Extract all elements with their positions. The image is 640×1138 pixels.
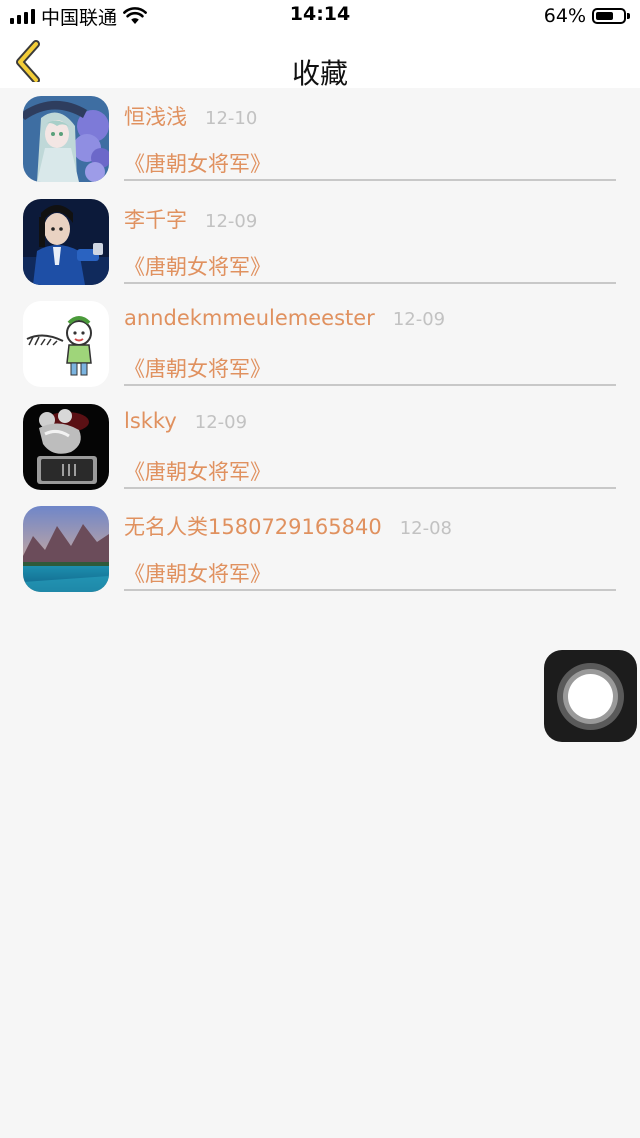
crystal-mouse-figurine-avatar — [23, 403, 109, 490]
divider — [124, 281, 616, 284]
assistive-touch-core — [568, 674, 613, 719]
item-user-name[interactable]: 无名人类1580729165840 — [124, 511, 382, 541]
avatar[interactable] — [23, 301, 109, 387]
avatar[interactable] — [23, 506, 109, 592]
battery-level-fill — [596, 12, 613, 20]
assistive-touch-button[interactable] — [544, 650, 637, 742]
nav-bar: 收藏 — [0, 32, 640, 90]
list-item[interactable]: anndekmmeulemeester 12-09 《唐朝女将军》 — [0, 293, 640, 396]
status-bar: 中国联通 14:14 64% — [0, 0, 640, 32]
battery-percent: 64% — [543, 5, 586, 27]
avatar[interactable] — [23, 96, 109, 182]
item-book-title[interactable]: 《唐朝女将军》 — [124, 251, 271, 281]
favorites-list: 恒浅浅 12-10 《唐朝女将军》 李千字 12-09 《唐朝女将军》 annd… — [0, 88, 640, 601]
item-date: 12-09 — [392, 309, 446, 330]
status-right: 64% — [544, 4, 630, 28]
item-user-name[interactable]: anndekmmeulemeester — [124, 306, 375, 330]
item-header: anndekmmeulemeester 12-09 — [124, 306, 445, 330]
man-in-blue-robe-avatar — [23, 198, 109, 285]
item-date: 12-08 — [399, 518, 453, 539]
item-header: lskky 12-09 — [124, 409, 247, 433]
divider — [124, 384, 616, 386]
item-date: 12-09 — [194, 411, 248, 433]
battery-icon — [592, 8, 630, 24]
mountain-lake-avatar — [23, 506, 109, 592]
item-user-name[interactable]: 李千字 — [124, 204, 187, 234]
divider — [124, 589, 616, 591]
item-book-title[interactable]: 《唐朝女将军》 — [124, 456, 271, 486]
item-date: 12-10 — [205, 108, 258, 129]
divider — [124, 179, 616, 181]
anime-girl-hydrangea-avatar — [23, 96, 109, 182]
item-user-name[interactable]: lskky — [124, 409, 177, 433]
list-item[interactable]: 恒浅浅 12-10 《唐朝女将军》 — [0, 88, 640, 191]
item-book-title[interactable]: 《唐朝女将军》 — [124, 353, 271, 383]
item-header: 李千字 12-09 — [124, 204, 257, 234]
item-header: 恒浅浅 12-10 — [124, 101, 257, 131]
item-book-title[interactable]: 《唐朝女将军》 — [124, 148, 271, 178]
avatar[interactable] — [23, 198, 109, 285]
item-book-title[interactable]: 《唐朝女将军》 — [124, 558, 271, 588]
item-user-name[interactable]: 恒浅浅 — [124, 101, 187, 131]
item-date: 12-09 — [205, 210, 258, 232]
item-header: 无名人类1580729165840 12-08 — [124, 511, 452, 541]
divider — [124, 486, 616, 489]
list-item[interactable]: 无名人类1580729165840 12-08 《唐朝女将军》 — [0, 498, 640, 601]
list-item[interactable]: lskky 12-09 《唐朝女将军》 — [0, 396, 640, 499]
avatar[interactable] — [23, 403, 109, 490]
list-item[interactable]: 李千字 12-09 《唐朝女将军》 — [0, 191, 640, 294]
cartoon-child-avatar — [23, 301, 109, 387]
favorites-screen: 中国联通 14:14 64% 收藏 恒浅浅 12-10 《唐朝女将军》 李千字 … — [0, 0, 640, 1138]
page-title: 收藏 — [291, 57, 348, 90]
